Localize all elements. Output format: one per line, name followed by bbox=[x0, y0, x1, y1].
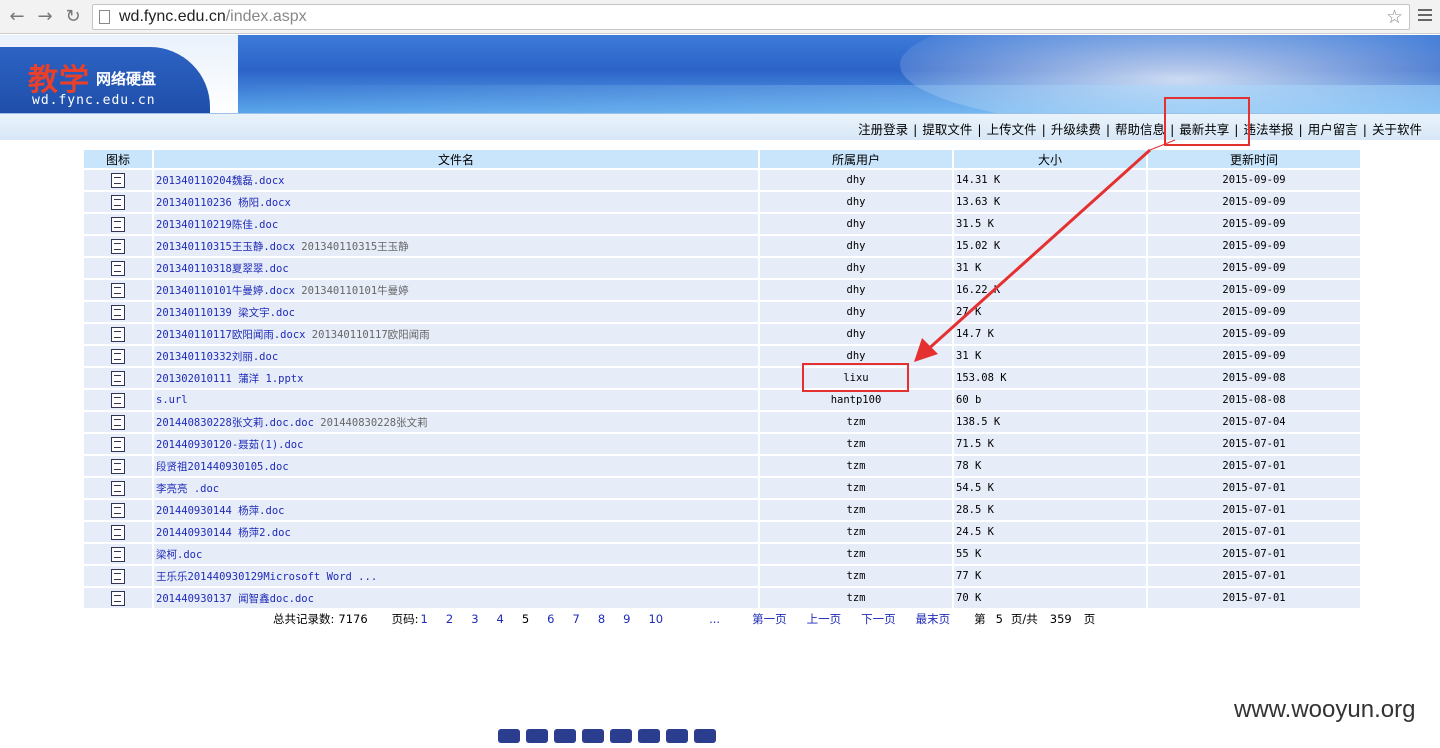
annotation-arrow bbox=[914, 139, 1176, 362]
watermark: www.wooyun.org bbox=[1234, 696, 1416, 723]
cropped-content bbox=[498, 728, 788, 748]
